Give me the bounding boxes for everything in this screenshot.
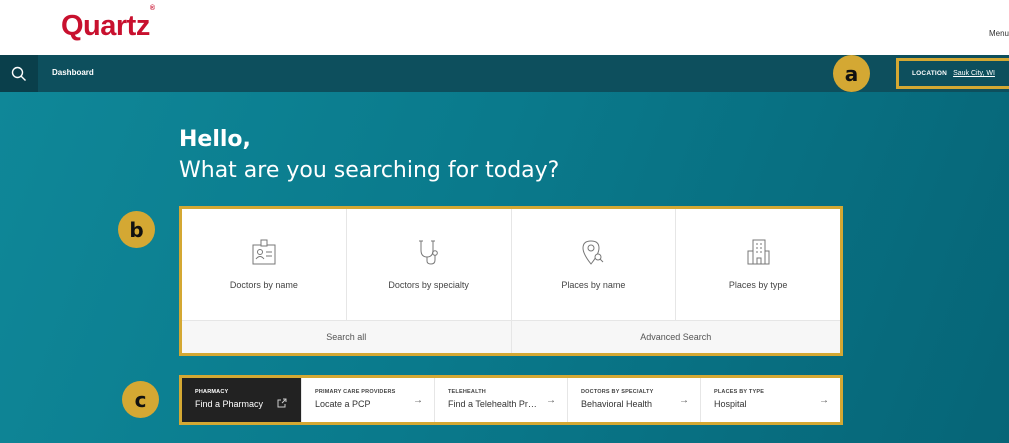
location-link[interactable]: Sauk City, WI [953, 70, 995, 77]
map-pin-search-icon [582, 240, 604, 265]
search-all-button[interactable]: Search all [182, 321, 512, 353]
tile-label: Doctors by specialty [388, 280, 469, 290]
quick-link-pharmacy[interactable]: PHARMACY Find a Pharmacy [182, 378, 302, 422]
quick-links-bar: PHARMACY Find a Pharmacy PRIMARY CARE PR… [179, 375, 843, 425]
quick-link-specialty[interactable]: DOCTORS BY SPECIALTY Behavioral Health → [568, 378, 701, 422]
quick-link-place-type[interactable]: PLACES BY TYPE Hospital → [701, 378, 840, 422]
menu-link[interactable]: Menu [989, 29, 1009, 38]
tile-doctors-by-specialty[interactable]: Doctors by specialty [347, 209, 512, 320]
search-tiles: Doctors by name Doctors by specialty Pla… [182, 209, 840, 320]
logo-mark: ® [149, 5, 155, 13]
quick-link-category: PHARMACY [195, 389, 229, 395]
arrow-right-icon: → [679, 395, 689, 406]
annotation-badge-a: a [833, 55, 870, 92]
arrow-right-icon: → [546, 395, 556, 406]
tile-label: Places by name [561, 280, 626, 290]
stethoscope-icon [418, 240, 438, 265]
arrow-right-icon: → [413, 395, 423, 406]
tile-label: Doctors by name [229, 280, 298, 290]
external-link-icon [277, 398, 287, 408]
advanced-search-button[interactable]: Advanced Search [512, 321, 841, 353]
search-icon [11, 66, 26, 81]
building-icon [747, 239, 770, 265]
search-question: What are you searching for today? [179, 158, 560, 183]
tile-label: Places by type [728, 280, 788, 290]
search-actions: Search all Advanced Search [182, 320, 840, 353]
nav-title[interactable]: Dashboard [52, 68, 94, 77]
quick-link-telehealth[interactable]: TELEHEALTH Find a Telehealth Pr… → [435, 378, 568, 422]
location-selector: LOCATION Sauk City, WI [896, 58, 1009, 89]
logo-text: Quartz [61, 10, 150, 42]
annotation-badge-b: b [118, 211, 155, 248]
annotation-badge-c: c [122, 381, 159, 418]
arrow-right-icon: → [819, 395, 829, 406]
quartz-logo[interactable]: Quartz® [61, 5, 155, 43]
search-button[interactable] [0, 55, 38, 92]
location-label: LOCATION [912, 70, 948, 77]
tile-doctors-by-name[interactable]: Doctors by name [182, 209, 347, 320]
id-card-icon [252, 239, 276, 265]
greeting-heading: Hello, [179, 127, 251, 152]
top-header: Quartz® Menu [0, 0, 1009, 55]
quick-link-pcp[interactable]: PRIMARY CARE PROVIDERS Locate a PCP → [302, 378, 435, 422]
search-options-card: Doctors by name Doctors by specialty Pla… [179, 206, 843, 356]
tile-places-by-type[interactable]: Places by type [676, 209, 840, 320]
tile-places-by-name[interactable]: Places by name [512, 209, 677, 320]
